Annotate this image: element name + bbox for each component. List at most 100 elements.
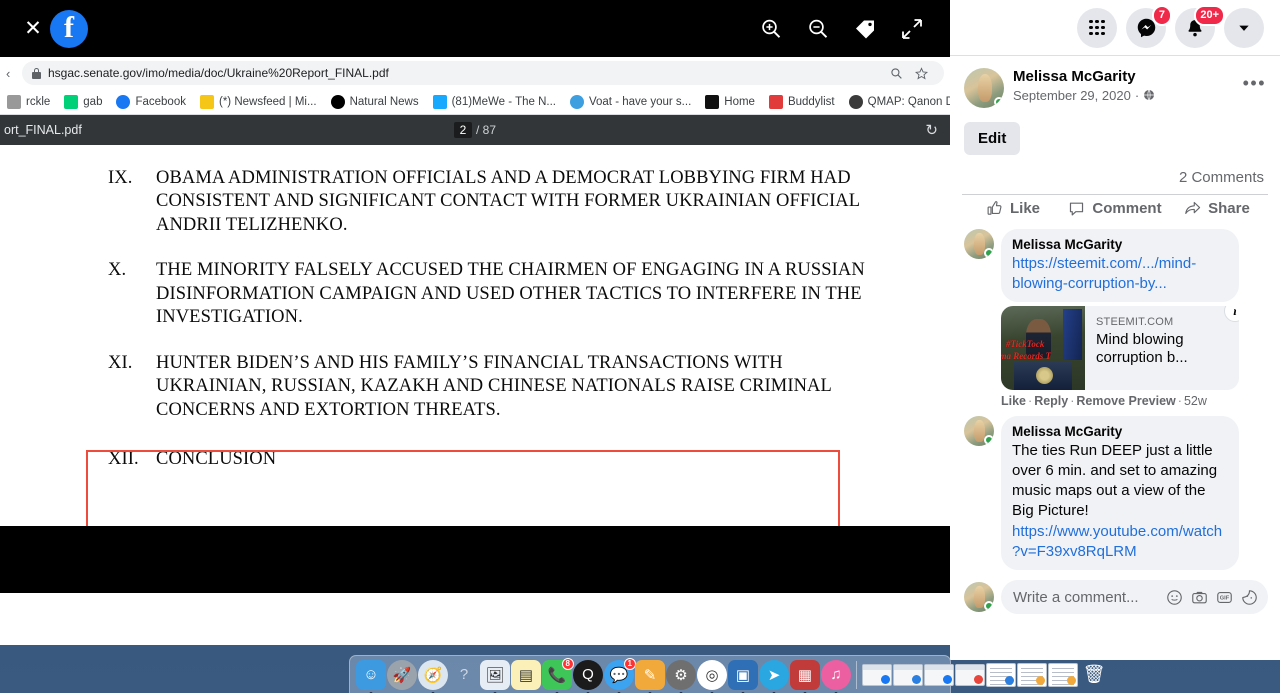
avatar[interactable] xyxy=(964,416,994,447)
grid-menu-icon[interactable] xyxy=(1077,7,1117,48)
document-heading-item: XII. CONCLUSION xyxy=(84,448,870,471)
comment-link[interactable]: https://www.youtube.com/watch?v=F39xv8Rq… xyxy=(1012,522,1228,563)
launchpad-icon[interactable]: 🚀 xyxy=(387,659,417,690)
document-item-numeral: XI. xyxy=(108,352,133,373)
document-heading-item: XI. HUNTER BIDEN’S AND HIS FAMILY’S FINAN… xyxy=(84,352,870,422)
settings-icon[interactable]: ⚙ xyxy=(666,659,696,690)
chrome-icon[interactable]: ◎ xyxy=(697,659,727,690)
emoji-icon[interactable] xyxy=(1166,589,1183,606)
separator-dot: · xyxy=(1134,87,1140,103)
facebook-icon xyxy=(116,94,131,109)
bell-icon[interactable]: 20+ xyxy=(1175,4,1225,48)
bookmark-item[interactable]: Facebook xyxy=(109,90,193,114)
bookmark-item[interactable]: Natural News xyxy=(324,90,426,114)
ellipsis-icon[interactable]: ••• xyxy=(1243,68,1266,92)
document-item-text: THE MINORITY FALSELY ACCUSED THE CHAIRME… xyxy=(156,260,865,328)
window-thumb-facebook[interactable] xyxy=(862,663,892,686)
post-author-name[interactable]: Melissa McGarity xyxy=(1013,68,1243,87)
natural-news-icon xyxy=(330,94,345,109)
bookmark-item[interactable]: QMAP: Qanon Dro... xyxy=(842,90,950,114)
window-app-badge xyxy=(912,674,921,684)
window-thumb-facebook-2[interactable] xyxy=(924,663,954,686)
comment-author[interactable]: Melissa McGarity xyxy=(1012,423,1228,441)
comment-like-link[interactable]: Like xyxy=(1001,394,1026,408)
messenger-icon[interactable]: 7 xyxy=(1126,4,1172,48)
doc-thumb-pages-1[interactable] xyxy=(1017,662,1047,687)
inapp-browser-toolbar: ✕ xyxy=(0,0,950,57)
comment-reply-link[interactable]: Reply xyxy=(1034,394,1068,408)
edit-button[interactable]: Edit xyxy=(964,122,1021,155)
comment-author[interactable]: Melissa McGarity xyxy=(1012,236,1228,254)
window-thumb-safari[interactable] xyxy=(893,663,923,686)
question-icon[interactable]: ? xyxy=(449,660,479,690)
thumbs-up-icon xyxy=(987,201,1002,215)
post-date[interactable]: September 29, 2020 xyxy=(1013,88,1131,103)
pdf-page-input[interactable]: 2 xyxy=(453,122,472,138)
messages-icon[interactable]: 💬 1 xyxy=(604,657,636,690)
like-button[interactable]: Like xyxy=(962,200,1064,217)
tag-icon[interactable] xyxy=(853,17,877,41)
trash-icon[interactable]: 🗑 xyxy=(1079,660,1109,690)
expand-icon[interactable] xyxy=(900,17,924,41)
online-status-dot xyxy=(984,601,994,612)
comment-bubble: Melissa McGarity The ties Run DEEP just … xyxy=(1001,416,1239,571)
facebook-logo-icon xyxy=(50,9,88,48)
avatar[interactable] xyxy=(964,229,994,259)
preview-icon[interactable]: 🖼 xyxy=(480,659,510,690)
bookmark-label: gab xyxy=(83,95,103,108)
avatar[interactable] xyxy=(964,582,994,613)
bookmark-item[interactable]: gab xyxy=(57,90,109,114)
pages-icon[interactable]: ✎ xyxy=(635,659,665,690)
screen-recorder-icon[interactable]: ▣ xyxy=(728,659,758,690)
camera-icon[interactable] xyxy=(1191,589,1208,606)
search-icon[interactable] xyxy=(890,67,903,80)
bookmark-item[interactable]: Voat - have your s... xyxy=(563,90,698,114)
doc-thumb-pdf[interactable] xyxy=(986,662,1016,687)
reload-icon[interactable]: ↻ xyxy=(925,121,950,139)
zoom-out-icon[interactable] xyxy=(806,17,830,41)
chevron-down-glyph-icon xyxy=(1239,25,1249,31)
window-thumb-chrome[interactable] xyxy=(955,663,985,686)
lightbulb-icon xyxy=(199,94,214,109)
link-preview-card[interactable]: #TickTock sma Records T STEEMIT.COM Mind… xyxy=(1001,306,1239,391)
quicktime-icon[interactable]: Q xyxy=(573,659,603,690)
pdf-filename: ort_FINAL.pdf xyxy=(4,123,82,137)
comment-label: Comment xyxy=(1092,200,1162,217)
avatar[interactable] xyxy=(964,68,1004,108)
bookmark-item[interactable]: Home xyxy=(698,90,762,114)
comment-button[interactable]: Comment xyxy=(1064,200,1166,217)
doc-thumb-pages-2[interactable] xyxy=(1048,662,1078,687)
remove-preview-link[interactable]: Remove Preview xyxy=(1076,394,1175,408)
zoom-in-icon[interactable] xyxy=(759,17,783,41)
comment-count[interactable]: 2 Comments xyxy=(950,155,1280,194)
share-button[interactable]: Share xyxy=(1166,200,1268,217)
safari-icon[interactable]: 🧭 xyxy=(418,659,448,690)
bookmark-item[interactable]: (*) Newsfeed | Mi... xyxy=(193,90,324,114)
notes-icon[interactable]: ▤ xyxy=(511,659,541,690)
bookmark-item[interactable]: (81)MeWe - The N... xyxy=(426,90,563,114)
bookmark-label: QMAP: Qanon Dro... xyxy=(867,95,950,108)
document-item-text: OBAMA ADMINISTRATION OFFICIALS AND A DEM… xyxy=(156,168,860,235)
link-preview-text: STEEMIT.COM Mind blowing corruption b... xyxy=(1085,306,1239,390)
chevron-down-icon[interactable] xyxy=(1224,7,1264,48)
sticker-icon[interactable] xyxy=(1241,589,1258,606)
comment-input-box[interactable]: Write a comment... GIF xyxy=(1001,580,1268,615)
preview-overlay-line2: sma Records T xyxy=(1001,351,1051,362)
itunes-icon[interactable]: ♫ xyxy=(821,659,851,690)
gif-icon[interactable]: GIF xyxy=(1216,589,1233,606)
close-icon[interactable]: ✕ xyxy=(16,18,50,39)
document-item-numeral: XII. xyxy=(108,449,139,470)
bookmark-item[interactable]: rckle xyxy=(0,90,57,114)
photos-app-icon[interactable]: ▦ xyxy=(790,659,820,690)
address-bar-actions xyxy=(890,66,934,80)
pdf-viewer-toolbar: ort_FINAL.pdf 2 / 87 ↻ xyxy=(0,115,950,145)
facetime-icon[interactable]: 📞 8 xyxy=(542,657,574,690)
nav-back-icon[interactable]: ‹ xyxy=(6,66,12,81)
bookmark-label: rckle xyxy=(26,95,51,108)
bookmark-star-icon[interactable] xyxy=(915,66,928,80)
telegram-icon[interactable]: ➤ xyxy=(759,659,789,690)
finder-icon[interactable]: ☺ xyxy=(356,659,386,690)
address-bar[interactable]: hsgac.senate.gov/imo/media/doc/Ukraine%2… xyxy=(22,61,944,85)
bookmark-item[interactable]: Buddylist xyxy=(762,90,842,114)
comment-link[interactable]: https://steemit.com/.../mind-blowing-cor… xyxy=(1012,254,1228,295)
